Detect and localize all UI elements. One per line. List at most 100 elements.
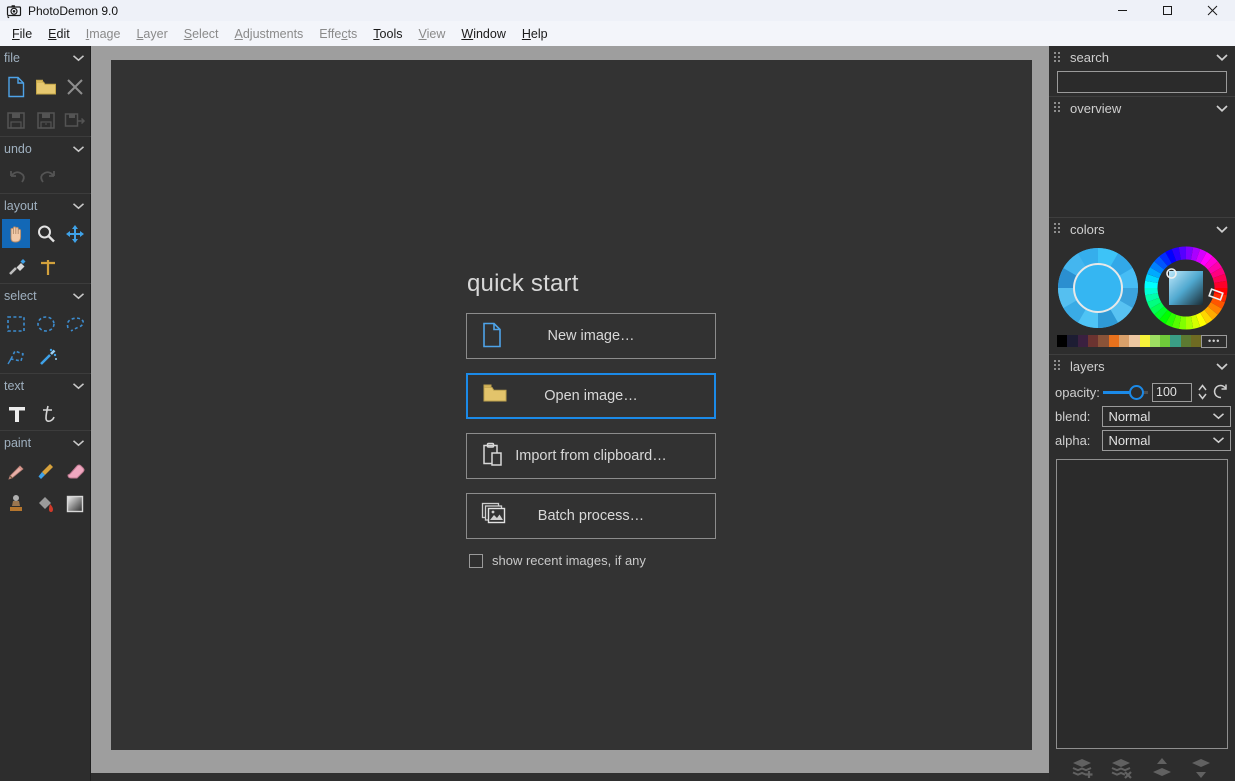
photodemon-window: PhotoDemon 9.0 File Edit Image Layer Sel…	[0, 0, 1235, 781]
move-layer-up-button[interactable]	[1148, 755, 1176, 781]
toolgroup-file-header[interactable]: file	[0, 46, 91, 70]
ellipse-select-tool[interactable]	[32, 309, 60, 338]
open-folder-icon	[482, 382, 508, 410]
chevron-down-icon	[1212, 436, 1225, 444]
search-input[interactable]	[1057, 71, 1227, 93]
show-recent-images-checkbox[interactable]: show recent images, if any	[466, 553, 716, 568]
toolgroup-layout-header[interactable]: layout	[0, 193, 91, 217]
blend-mode-dropdown[interactable]: Normal	[1102, 406, 1231, 427]
lasso-select-tool[interactable]	[61, 309, 89, 338]
maximize-button[interactable]	[1145, 0, 1190, 21]
eraser-tool[interactable]	[61, 456, 89, 485]
hue-wheel-with-sv-square[interactable]	[1144, 246, 1228, 330]
search-panel-header[interactable]: search	[1049, 46, 1235, 69]
menu-image[interactable]: Image	[78, 24, 129, 44]
eyedropper-tool[interactable]	[2, 252, 31, 281]
new-image-tool[interactable]	[2, 72, 30, 101]
layers-panel-header[interactable]: layers	[1049, 354, 1235, 377]
paintbrush-tool[interactable]	[32, 456, 60, 485]
palette-swatch[interactable]	[1119, 335, 1129, 347]
palette-swatch[interactable]	[1191, 335, 1201, 347]
toolgroup-paint-header[interactable]: paint	[0, 430, 91, 454]
chevron-down-icon[interactable]	[1215, 104, 1229, 113]
opacity-input[interactable]	[1152, 383, 1192, 402]
drag-grip-icon[interactable]	[1054, 51, 1065, 65]
chevron-down-icon[interactable]	[1215, 225, 1229, 234]
import-clipboard-button[interactable]: Import from clipboard…	[466, 433, 716, 479]
save-copy-tool[interactable]	[61, 105, 89, 134]
batch-process-button[interactable]: Batch process…	[466, 493, 716, 539]
palette-swatch[interactable]	[1150, 335, 1160, 347]
move-layer-down-button[interactable]	[1187, 755, 1215, 781]
fill-bucket-tool[interactable]	[32, 489, 60, 518]
chevron-down-icon[interactable]	[1215, 53, 1229, 62]
menu-edit[interactable]: Edit	[40, 24, 78, 44]
drag-grip-icon[interactable]	[1054, 101, 1065, 115]
close-button[interactable]	[1190, 0, 1235, 21]
crosshair-measure-tool[interactable]	[33, 252, 62, 281]
add-layer-button[interactable]	[1069, 755, 1097, 781]
pencil-tool[interactable]	[2, 456, 30, 485]
toolgroup-text-header[interactable]: text	[0, 373, 91, 397]
save-tool[interactable]	[2, 105, 30, 134]
polygon-select-tool[interactable]	[2, 342, 31, 371]
alpha-mode-dropdown[interactable]: Normal	[1102, 430, 1231, 451]
menu-select[interactable]: Select	[176, 24, 227, 44]
delete-layer-button[interactable]	[1108, 755, 1136, 781]
open-folder-tool[interactable]	[32, 72, 60, 101]
drag-grip-icon[interactable]	[1054, 359, 1065, 373]
palette-swatch[interactable]	[1160, 335, 1170, 347]
open-image-button[interactable]: Open image…	[466, 373, 716, 419]
menu-view[interactable]: View	[410, 24, 453, 44]
opacity-slider[interactable]	[1103, 382, 1148, 402]
toolgroup-select-header[interactable]: select	[0, 283, 91, 307]
menu-effects[interactable]: Effects	[311, 24, 365, 44]
rectangle-select-tool[interactable]	[2, 309, 30, 338]
palette-swatch[interactable]	[1098, 335, 1108, 347]
palette-swatch[interactable]	[1088, 335, 1098, 347]
menu-window[interactable]: Window	[453, 24, 513, 44]
layer-list[interactable]	[1056, 459, 1228, 749]
gradient-tool[interactable]	[61, 489, 89, 518]
slider-knob[interactable]	[1129, 385, 1144, 400]
menu-help[interactable]: Help	[514, 24, 556, 44]
color-variations-wheel[interactable]	[1056, 246, 1140, 330]
minimize-button[interactable]	[1100, 0, 1145, 21]
fancy-text-tool[interactable]	[33, 399, 62, 428]
palette-swatch[interactable]	[1170, 335, 1180, 347]
toolgroup-select-row2	[0, 340, 91, 373]
palette-swatch[interactable]	[1140, 335, 1150, 347]
drag-grip-icon[interactable]	[1054, 222, 1065, 236]
redo-tool[interactable]	[33, 162, 62, 191]
canvas-area[interactable]: quick start New image… Open image…	[111, 60, 1032, 750]
menu-tools[interactable]: Tools	[365, 24, 410, 44]
palette-swatch[interactable]	[1078, 335, 1088, 347]
menu-file[interactable]: File	[4, 24, 40, 44]
text-tool[interactable]	[2, 399, 31, 428]
menu-layer[interactable]: Layer	[128, 24, 175, 44]
toolgroup-paint-row1	[0, 454, 91, 487]
undo-tool[interactable]	[2, 162, 31, 191]
new-image-button[interactable]: New image…	[466, 313, 716, 359]
toolgroup-undo-header[interactable]: undo	[0, 136, 91, 160]
move-tool[interactable]	[61, 219, 89, 248]
spinner-updown-icon[interactable]	[1195, 382, 1209, 402]
magic-wand-tool[interactable]	[33, 342, 62, 371]
palette-swatch[interactable]	[1181, 335, 1191, 347]
reset-circle-icon[interactable]	[1213, 383, 1229, 401]
palette-swatch[interactable]	[1109, 335, 1119, 347]
save-as-tool[interactable]	[32, 105, 60, 134]
chevron-down-icon[interactable]	[1215, 362, 1229, 371]
palette-swatch[interactable]	[1067, 335, 1077, 347]
menu-adjustments[interactable]: Adjustments	[227, 24, 312, 44]
palette-swatch[interactable]	[1057, 335, 1067, 347]
colors-body: •••	[1049, 240, 1235, 348]
overview-panel-header[interactable]: overview	[1049, 96, 1235, 119]
clone-stamp-tool[interactable]	[2, 489, 30, 518]
close-image-tool[interactable]	[61, 72, 89, 101]
zoom-tool[interactable]	[32, 219, 60, 248]
palette-more-button[interactable]: •••	[1201, 335, 1227, 348]
pan-hand-tool[interactable]	[2, 219, 30, 248]
colors-panel-header[interactable]: colors	[1049, 217, 1235, 240]
palette-swatch[interactable]	[1129, 335, 1139, 347]
